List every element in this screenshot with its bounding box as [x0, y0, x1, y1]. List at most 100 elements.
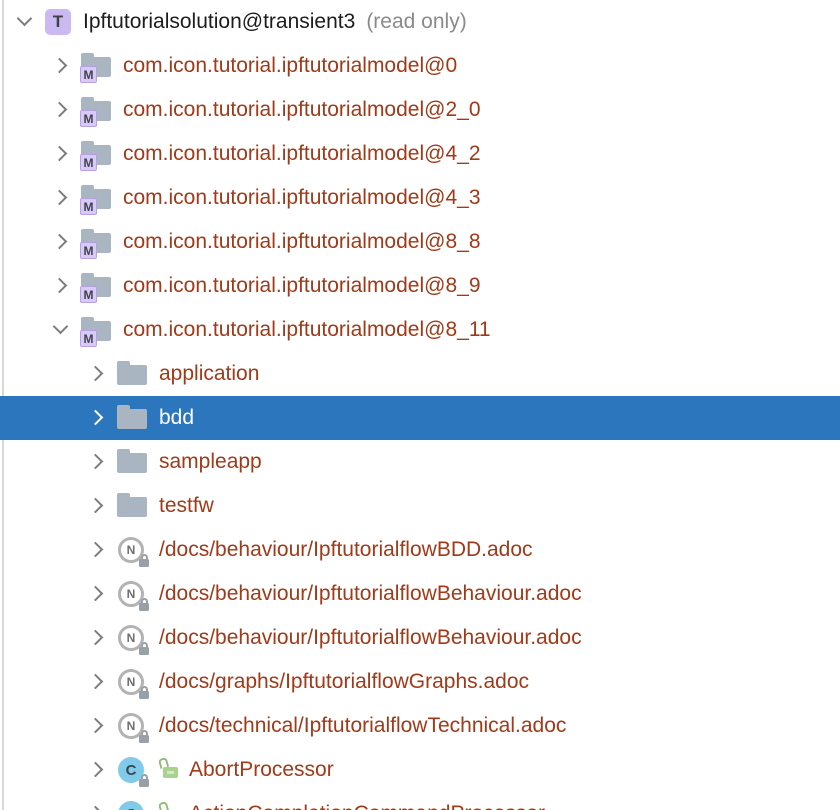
lock-badge-icon [139, 691, 149, 699]
chevron-right-icon[interactable] [86, 364, 106, 384]
model-folder-icon: M [81, 271, 113, 301]
padlock-shackle [158, 801, 169, 810]
project-tree-panel: T Ipftutorialsolution@transient3 (read onl… [0, 0, 840, 810]
model-folder-icon: M [81, 315, 113, 345]
folder-shape [117, 497, 147, 517]
read-only-badge: (read only) [366, 10, 466, 34]
chevron-right-icon[interactable] [50, 144, 70, 164]
folder-shape [117, 365, 147, 385]
model-badge-icon: M [80, 330, 97, 347]
chevron-right-icon[interactable] [86, 584, 106, 604]
model-badge-icon: M [80, 198, 97, 215]
tree-item-label: testfw [159, 494, 214, 518]
chevron-right-icon[interactable] [50, 232, 70, 252]
tree-item-label: /docs/graphs/IpftutorialflowGraphs.adoc [159, 670, 529, 694]
tree-row[interactable]: sampleapp [0, 440, 840, 484]
padlock-body [163, 767, 178, 778]
tree-item-label: application [159, 362, 259, 386]
lock-badge-icon [139, 735, 149, 743]
tree-row[interactable]: N/docs/graphs/IpftutorialflowGraphs.adoc [0, 660, 840, 704]
tree-row[interactable]: C ActionCompletionCommandProcessor [0, 792, 840, 810]
chevron-right-icon[interactable] [86, 628, 106, 648]
chevron-right-icon[interactable] [86, 804, 106, 810]
tree-row[interactable]: N/docs/technical/IpftutorialflowTechnica… [0, 704, 840, 748]
chevron-right-icon[interactable] [86, 672, 106, 692]
class-icon: C [117, 755, 149, 785]
tree-row[interactable]: Mcom.icon.tutorial.ipftutorialmodel@8_8 [0, 220, 840, 264]
model-folder-icon: M [81, 95, 113, 125]
solution-icon: T [45, 9, 71, 35]
lock-badge-icon [139, 647, 149, 655]
lock-badge-icon [139, 559, 149, 567]
node-icon: N [117, 711, 149, 741]
tree-row[interactable]: testfw [0, 484, 840, 528]
model-folder-icon: M [81, 139, 113, 169]
model-folder-icon: M [81, 227, 113, 257]
tree-row[interactable]: Mcom.icon.tutorial.ipftutorialmodel@2_0 [0, 88, 840, 132]
chevron-down-icon[interactable] [50, 320, 70, 340]
folder-shape [117, 453, 147, 473]
chevron-right-icon[interactable] [86, 452, 106, 472]
folder-icon [117, 359, 149, 389]
tree-item-label: AbortProcessor [189, 758, 334, 782]
model-badge-icon: M [80, 242, 97, 259]
model-badge-icon: M [80, 286, 97, 303]
tree-item-label: com.icon.tutorial.ipftutorialmodel@4_2 [123, 142, 481, 166]
tree-row[interactable]: application [0, 352, 840, 396]
model-folder-icon: M [81, 51, 113, 81]
tree-item-label: /docs/behaviour/IpftutorialflowBDD.adoc [159, 538, 533, 562]
tree-item-label: Ipftutorialsolution@transient3 [83, 10, 355, 34]
tree-item-label: /docs/behaviour/IpftutorialflowBehaviour… [159, 626, 582, 650]
chevron-right-icon[interactable] [86, 540, 106, 560]
tree-row[interactable]: N/docs/behaviour/IpftutorialflowBDD.adoc [0, 528, 840, 572]
tree-row[interactable]: Mcom.icon.tutorial.ipftutorialmodel@8_9 [0, 264, 840, 308]
chevron-right-icon[interactable] [86, 760, 106, 780]
unlocked-padlock-icon [159, 757, 180, 783]
tree-row[interactable]: bdd [0, 396, 840, 440]
class-circle-icon: C [118, 801, 144, 810]
node-icon: N [117, 623, 149, 653]
tree-row[interactable]: Mcom.icon.tutorial.ipftutorialmodel@4_2 [0, 132, 840, 176]
tree-item-label: com.icon.tutorial.ipftutorialmodel@8_8 [123, 230, 481, 254]
tree-row[interactable]: Mcom.icon.tutorial.ipftutorialmodel@8_11 [0, 308, 840, 352]
tree-item-label: ActionCompletionCommandProcessor [189, 802, 545, 810]
tree-row[interactable]: Mcom.icon.tutorial.ipftutorialmodel@4_3 [0, 176, 840, 220]
tree-row[interactable]: T Ipftutorialsolution@transient3 (read onl… [0, 0, 840, 44]
tree-row[interactable]: C AbortProcessor [0, 748, 840, 792]
tree-item-label: bdd [159, 406, 194, 430]
model-badge-icon: M [80, 154, 97, 171]
tree-item-label: com.icon.tutorial.ipftutorialmodel@8_9 [123, 274, 481, 298]
chevron-right-icon[interactable] [50, 188, 70, 208]
node-icon: N [117, 535, 149, 565]
tree-row[interactable]: Mcom.icon.tutorial.ipftutorialmodel@0 [0, 44, 840, 88]
chevron-right-icon[interactable] [86, 408, 106, 428]
chevron-right-icon[interactable] [86, 716, 106, 736]
node-icon: N [117, 667, 149, 697]
tree-item-label: com.icon.tutorial.ipftutorialmodel@4_3 [123, 186, 481, 210]
chevron-right-icon[interactable] [50, 56, 70, 76]
model-badge-icon: M [80, 110, 97, 127]
lock-badge-icon [139, 603, 149, 611]
unlocked-padlock-icon [159, 801, 180, 810]
tree-item-label: /docs/technical/IpftutorialflowTechnical… [159, 714, 566, 738]
tree-item-label: sampleapp [159, 450, 262, 474]
node-icon: N [117, 579, 149, 609]
chevron-right-icon[interactable] [86, 496, 106, 516]
folder-icon [117, 403, 149, 433]
lock-badge-icon [139, 779, 149, 787]
tree-item-label: com.icon.tutorial.ipftutorialmodel@8_11 [123, 318, 491, 342]
tree-item-label: com.icon.tutorial.ipftutorialmodel@2_0 [123, 98, 481, 122]
project-tree: T Ipftutorialsolution@transient3 (read onl… [0, 0, 840, 810]
tree-item-label: com.icon.tutorial.ipftutorialmodel@0 [123, 54, 457, 78]
tree-row[interactable]: N/docs/behaviour/IpftutorialflowBehaviou… [0, 616, 840, 660]
chevron-right-icon[interactable] [50, 100, 70, 120]
chevron-down-icon[interactable] [14, 12, 34, 32]
chevron-right-icon[interactable] [50, 276, 70, 296]
folder-icon [117, 491, 149, 521]
model-folder-icon: M [81, 183, 113, 213]
tree-row[interactable]: N/docs/behaviour/IpftutorialflowBehaviou… [0, 572, 840, 616]
class-icon: C [117, 799, 149, 810]
folder-shape [117, 409, 147, 429]
model-badge-icon: M [80, 66, 97, 83]
tree-item-label: /docs/behaviour/IpftutorialflowBehaviour… [159, 582, 582, 606]
